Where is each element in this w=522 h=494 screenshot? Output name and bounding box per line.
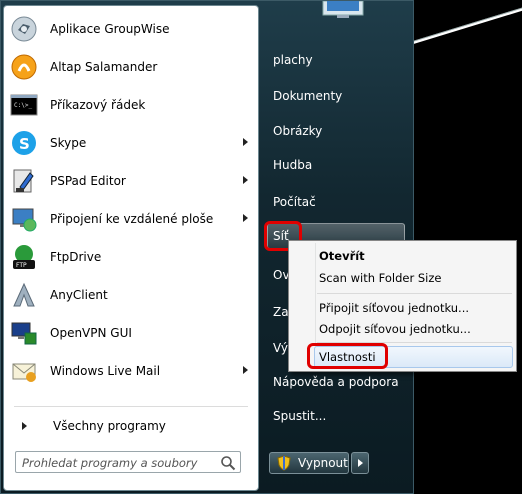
program-label: Připojení ke vzdálené ploše [50,212,214,226]
anyclient-icon [10,281,38,309]
right-item-pocitac[interactable]: Počítač [273,195,316,209]
program-label: PSPad Editor [50,174,126,188]
program-item[interactable]: AnyClient [10,278,252,312]
program-item[interactable]: S Skype [10,126,252,160]
programs-pane: Aplikace GroupWise Altap Salamander C:\>… [3,5,259,491]
right-item-vy[interactable]: Vý [273,341,288,355]
salamander-icon [10,53,38,81]
svg-text:C:\>_: C:\>_ [14,102,32,109]
search-box [15,451,241,473]
submenu-arrow-icon [243,138,248,146]
groupwise-icon [10,15,38,43]
command-prompt-icon: C:\>_ [10,91,38,119]
arrow-right-icon [358,459,363,467]
shutdown-button[interactable]: Vypnout [269,452,349,474]
submenu-arrow-icon [243,366,248,374]
highlight-annotation [307,343,388,369]
submenu-arrow-icon [243,176,248,184]
arrow-right-icon [22,422,27,430]
program-label: Skype [50,136,87,150]
remote-desktop-icon [10,205,38,233]
all-programs-button[interactable]: Všechny programy [14,419,166,433]
svg-text:S: S [19,135,30,153]
program-label: Altap Salamander [50,60,158,74]
svg-text:FTP: FTP [16,262,27,269]
pspad-icon [10,167,38,195]
ftpdrive-icon: FTP [10,243,38,271]
right-item-za[interactable]: Za [273,305,289,319]
right-item-hudba[interactable]: Hudba [273,158,312,172]
shutdown-label: Vypnout [298,456,348,470]
separator [317,293,512,294]
program-item[interactable]: FTP FtpDrive [10,240,252,274]
program-item[interactable]: PSPad Editor [10,164,252,198]
network-computer-icon [322,1,364,18]
program-label: FtpDrive [50,250,102,264]
context-menu-item-scan-folder-size[interactable]: Scan with Folder Size [319,271,441,285]
program-label: Příkazový řádek [50,98,146,112]
program-label: Windows Live Mail [50,364,161,378]
right-item-obrazky[interactable]: Obrázky [273,124,322,138]
context-menu-item-open[interactable]: Otevřít [319,249,365,263]
skype-icon: S [10,129,38,157]
search-input[interactable] [20,454,214,472]
program-label: AnyClient [50,288,108,302]
context-menu-item-map-network-drive[interactable]: Připojit síťovou jednotku... [319,301,469,315]
program-label: Aplikace GroupWise [50,22,170,36]
program-item[interactable]: Připojení ke vzdálené ploše [10,202,252,236]
program-item[interactable]: Windows Live Mail [10,354,252,388]
program-label: OpenVPN GUI [50,326,132,340]
program-item[interactable]: Aplikace GroupWise [10,12,252,46]
submenu-arrow-icon [243,214,248,222]
program-item[interactable]: Altap Salamander [10,50,252,84]
separator [14,406,248,407]
right-item-spustit[interactable]: Spustit... [273,409,326,423]
program-item[interactable]: C:\>_ Příkazový řádek [10,88,252,122]
right-item-napoveda[interactable]: Nápověda a podpora [273,375,399,389]
context-menu-item-disconnect-network-drive[interactable]: Odpojit síťovou jednotku... [319,322,471,336]
right-item-dokumenty[interactable]: Dokumenty [273,89,342,103]
shield-icon [277,455,291,471]
all-programs-label: Všechny programy [53,419,166,433]
shutdown-options-button[interactable] [351,452,369,474]
right-item-plachy[interactable]: plachy [273,53,313,67]
openvpn-icon [10,319,38,347]
program-item[interactable]: OpenVPN GUI [10,316,252,350]
search-icon[interactable] [220,455,236,471]
windows-live-mail-icon [10,357,38,385]
